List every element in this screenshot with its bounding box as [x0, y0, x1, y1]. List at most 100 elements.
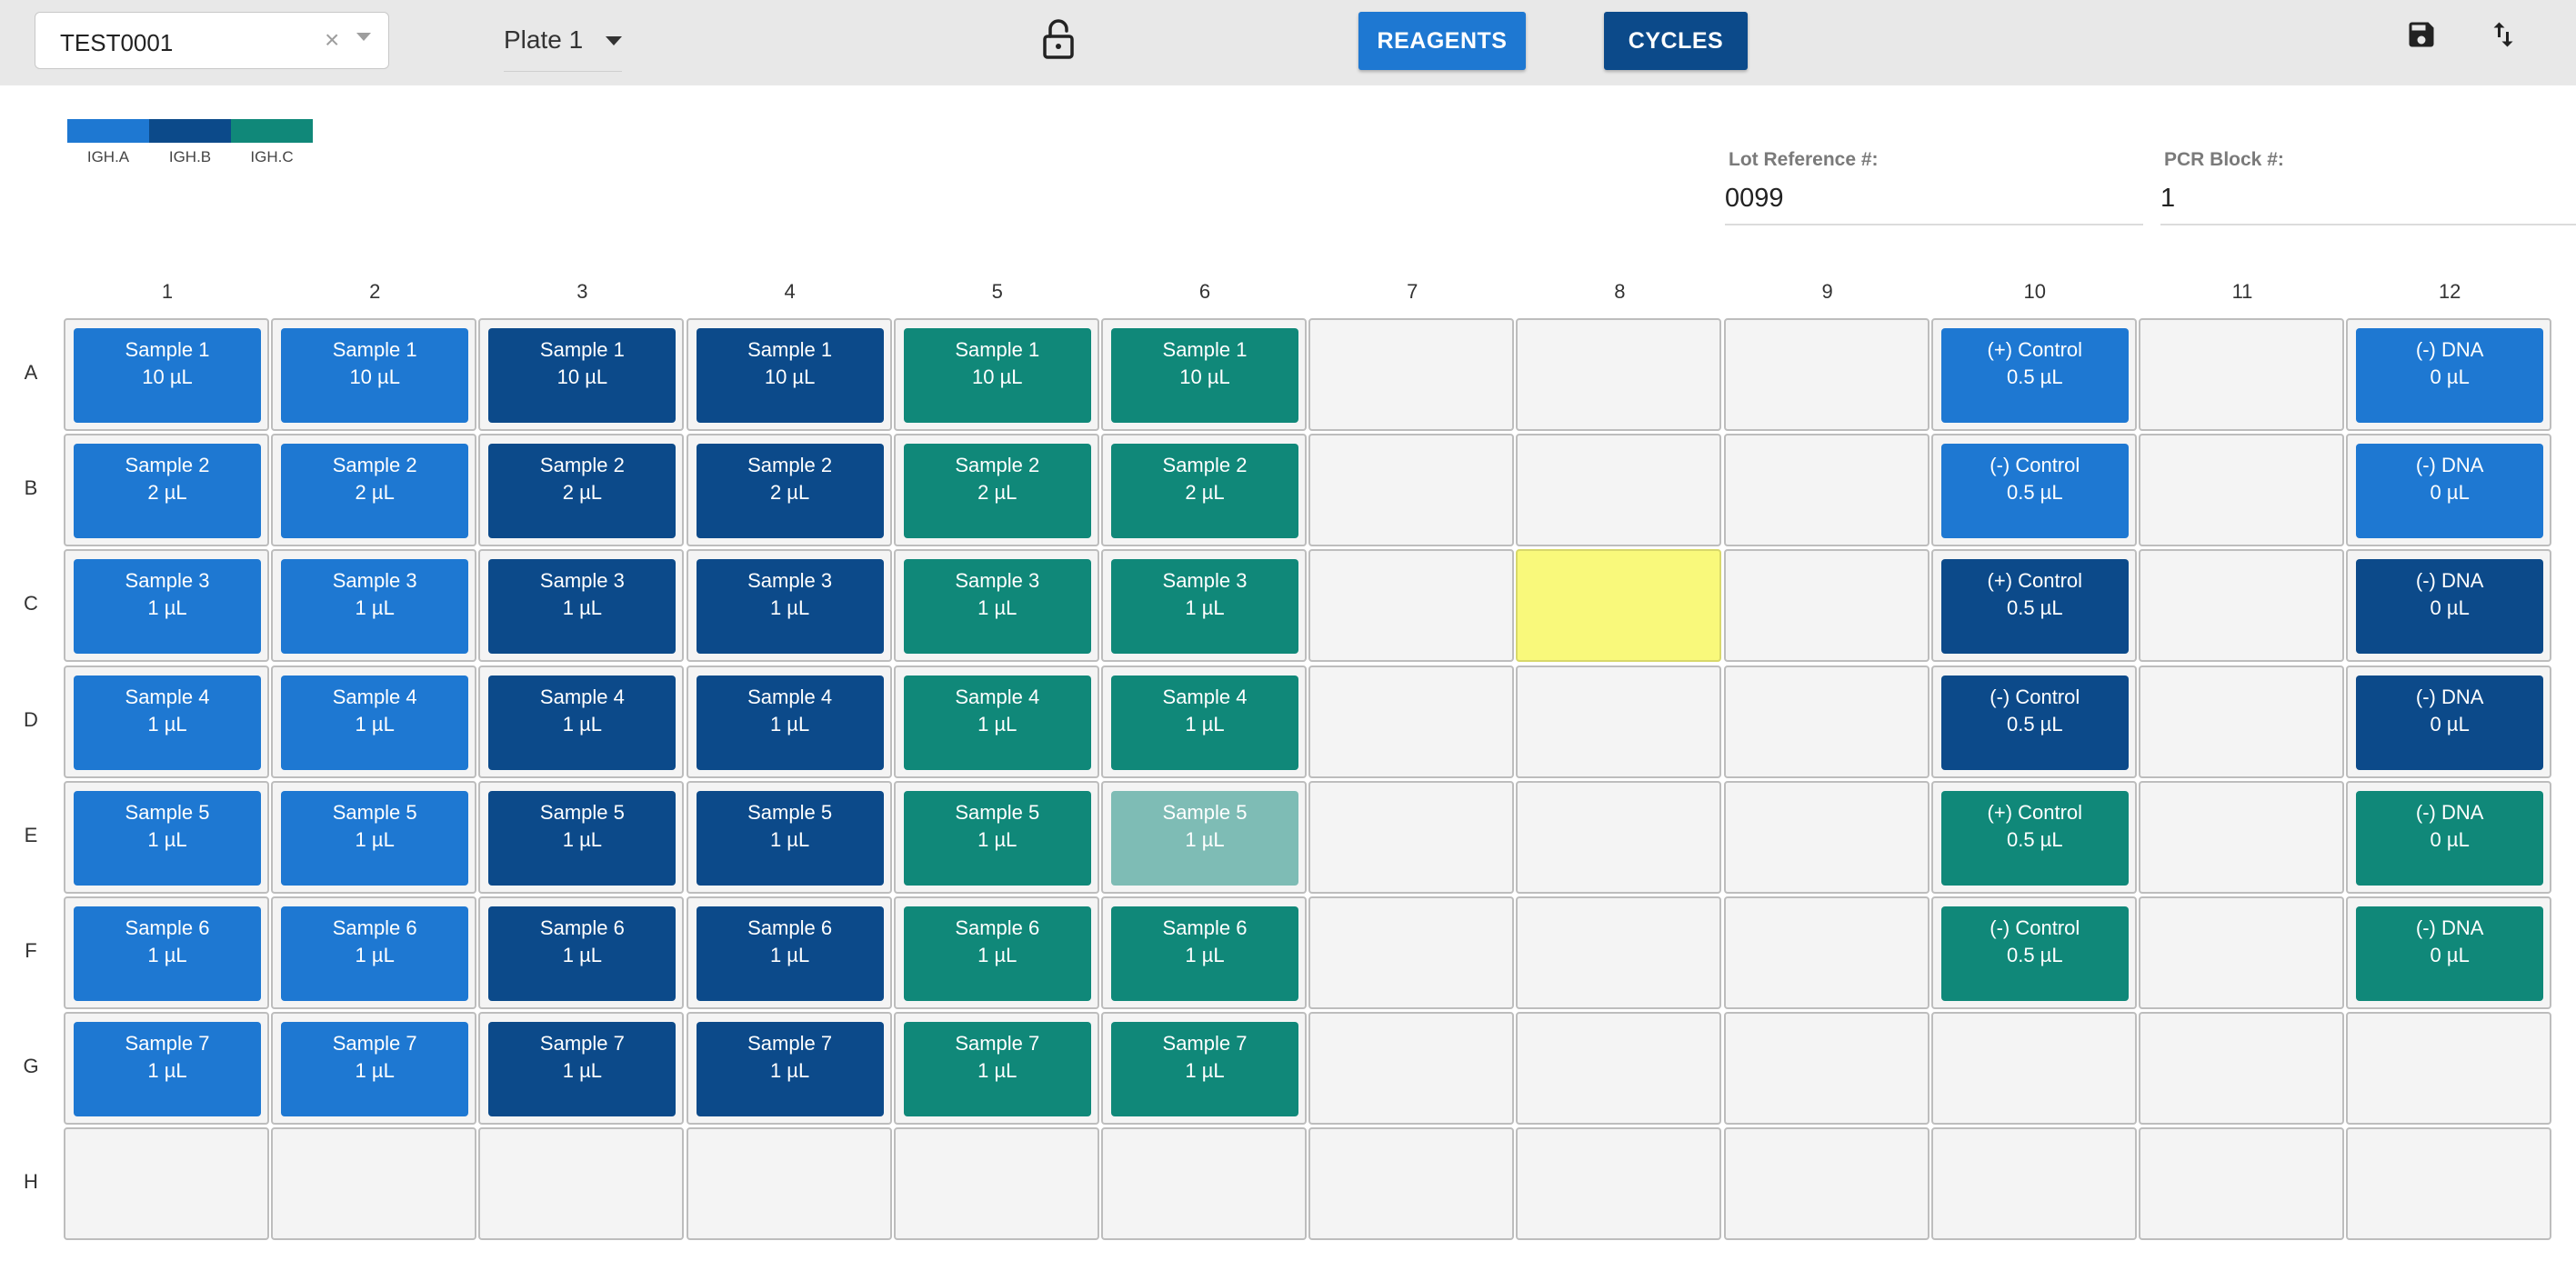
plate-well[interactable]: (-) DNA 0 µL: [2346, 780, 2552, 894]
well-sample-chip[interactable]: Sample 2 2 µL: [903, 444, 1091, 539]
plate-well[interactable]: Sample 3 1 µL: [893, 549, 1099, 663]
plate-well[interactable]: (-) Control 0.5 µL: [1930, 896, 2137, 1009]
well-sample-chip[interactable]: Sample 1 10 µL: [1111, 328, 1298, 423]
well-sample-chip[interactable]: Sample 1 10 µL: [74, 328, 261, 423]
plate-well[interactable]: Sample 3 1 µL: [686, 549, 892, 663]
plate-well[interactable]: Sample 7 1 µL: [686, 1012, 892, 1126]
plate-well[interactable]: [1516, 434, 1722, 547]
lot-reference-field[interactable]: Lot Reference #: 0099: [1725, 147, 2143, 225]
plate-well[interactable]: (+) Control 0.5 µL: [1930, 549, 2137, 663]
plate-well[interactable]: [1308, 780, 1515, 894]
well-sample-chip[interactable]: Sample 3 1 µL: [74, 559, 261, 655]
plate-well[interactable]: (-) Control 0.5 µL: [1930, 434, 2137, 547]
plate-well[interactable]: Sample 2 2 µL: [271, 434, 477, 547]
plate-well[interactable]: [2346, 1127, 2552, 1241]
plate-well[interactable]: (-) Control 0.5 µL: [1930, 665, 2137, 778]
well-sample-chip[interactable]: Sample 1 10 µL: [281, 328, 469, 423]
well-sample-chip[interactable]: Sample 5 1 µL: [903, 790, 1091, 886]
well-sample-chip[interactable]: Sample 2 2 µL: [281, 444, 469, 539]
plate-well[interactable]: [2139, 434, 2344, 547]
well-sample-chip[interactable]: Sample 4 1 µL: [74, 675, 261, 770]
lot-reference-input[interactable]: 0099: [1725, 184, 1784, 214]
well-sample-chip[interactable]: Sample 4 1 µL: [488, 675, 677, 770]
plate-well[interactable]: Sample 4 1 µL: [478, 665, 685, 778]
well-sample-chip[interactable]: Sample 3 1 µL: [281, 559, 469, 655]
well-sample-chip[interactable]: Sample 5 1 µL: [696, 790, 884, 886]
cycles-button[interactable]: CYCLES: [1604, 12, 1748, 70]
well-sample-chip[interactable]: (-) DNA 0 µL: [2356, 444, 2544, 539]
plate-well[interactable]: Sample 1 10 µL: [893, 318, 1099, 431]
save-icon[interactable]: [2405, 18, 2438, 51]
well-sample-chip[interactable]: (-) DNA 0 µL: [2356, 790, 2544, 886]
well-sample-chip[interactable]: Sample 2 2 µL: [696, 444, 884, 539]
pcr-block-input[interactable]: 1: [2160, 184, 2175, 214]
plate-well[interactable]: Sample 6 1 µL: [478, 896, 685, 1009]
plate-well[interactable]: (+) Control 0.5 µL: [1930, 318, 2137, 431]
well-sample-chip[interactable]: Sample 4 1 µL: [696, 675, 884, 770]
plate-well[interactable]: Sample 7 1 µL: [478, 1012, 685, 1126]
plate-well[interactable]: Sample 4 1 µL: [1101, 665, 1307, 778]
plate-well[interactable]: [1308, 549, 1515, 663]
plate-well[interactable]: Sample 2 2 µL: [893, 434, 1099, 547]
plate-well[interactable]: [1308, 896, 1515, 1009]
plate-well[interactable]: (-) DNA 0 µL: [2346, 896, 2552, 1009]
well-sample-chip[interactable]: (+) Control 0.5 µL: [1940, 790, 2129, 886]
chevron-down-icon[interactable]: [356, 33, 371, 41]
well-sample-chip[interactable]: (-) Control 0.5 µL: [1940, 444, 2129, 539]
plate-well[interactable]: Sample 1 10 µL: [271, 318, 477, 431]
plate-well[interactable]: Sample 5 1 µL: [686, 780, 892, 894]
plate-well[interactable]: Sample 6 1 µL: [64, 896, 269, 1009]
plate-well[interactable]: Sample 5 1 µL: [893, 780, 1099, 894]
well-sample-chip[interactable]: Sample 1 10 µL: [696, 328, 884, 423]
plate-well[interactable]: [64, 1127, 269, 1241]
plate-well[interactable]: [2139, 1127, 2344, 1241]
pcr-block-field[interactable]: PCR Block #: 1: [2160, 147, 2576, 225]
plate-well[interactable]: [1723, 318, 1929, 431]
plate-well[interactable]: Sample 7 1 µL: [64, 1012, 269, 1126]
plate-well[interactable]: [1930, 1127, 2137, 1241]
well-sample-chip[interactable]: Sample 6 1 µL: [74, 906, 261, 1001]
plate-well[interactable]: [1516, 665, 1722, 778]
plate-well[interactable]: [478, 1127, 685, 1241]
well-sample-chip[interactable]: Sample 3 1 µL: [903, 559, 1091, 655]
well-sample-chip[interactable]: (-) DNA 0 µL: [2356, 675, 2544, 770]
well-sample-chip[interactable]: Sample 5 1 µL: [74, 790, 261, 886]
plate-well[interactable]: [1516, 780, 1722, 894]
plate-well[interactable]: Sample 4 1 µL: [893, 665, 1099, 778]
plate-well[interactable]: Sample 5 1 µL: [1101, 780, 1307, 894]
well-sample-chip[interactable]: (-) DNA 0 µL: [2356, 328, 2544, 423]
well-sample-chip[interactable]: Sample 4 1 µL: [281, 675, 469, 770]
well-sample-chip[interactable]: Sample 6 1 µL: [1111, 906, 1298, 1001]
plate-well[interactable]: Sample 1 10 µL: [1101, 318, 1307, 431]
plate-well[interactable]: [1723, 1012, 1929, 1126]
plate-well[interactable]: [1723, 549, 1929, 663]
plate-well[interactable]: (-) DNA 0 µL: [2346, 665, 2552, 778]
plate-well[interactable]: [1723, 1127, 1929, 1241]
plate-well[interactable]: Sample 4 1 µL: [64, 665, 269, 778]
plate-well[interactable]: [1516, 896, 1722, 1009]
well-sample-chip[interactable]: Sample 5 1 µL: [1111, 790, 1298, 886]
plate-well[interactable]: Sample 7 1 µL: [893, 1012, 1099, 1126]
plate-well[interactable]: Sample 7 1 µL: [1101, 1012, 1307, 1126]
plate-well[interactable]: (-) DNA 0 µL: [2346, 318, 2552, 431]
plate-well[interactable]: [2139, 665, 2344, 778]
well-sample-chip[interactable]: Sample 2 2 µL: [488, 444, 677, 539]
plate-well[interactable]: (-) DNA 0 µL: [2346, 549, 2552, 663]
well-sample-chip[interactable]: Sample 1 10 µL: [488, 328, 677, 423]
plate-well[interactable]: Sample 5 1 µL: [64, 780, 269, 894]
reagents-button[interactable]: REAGENTS: [1358, 12, 1526, 70]
plate-well[interactable]: [271, 1127, 477, 1241]
plate-well[interactable]: [1308, 665, 1515, 778]
plate-well[interactable]: [1723, 896, 1929, 1009]
plate-well[interactable]: [2139, 780, 2344, 894]
plate-well[interactable]: [1723, 780, 1929, 894]
plate-well[interactable]: Sample 3 1 µL: [478, 549, 685, 663]
clear-icon[interactable]: ×: [325, 25, 339, 55]
plate-well[interactable]: (-) DNA 0 µL: [2346, 434, 2552, 547]
plate-well[interactable]: Sample 2 2 µL: [686, 434, 892, 547]
well-sample-chip[interactable]: Sample 4 1 µL: [903, 675, 1091, 770]
plate-well[interactable]: [1516, 1012, 1722, 1126]
plate-well[interactable]: Sample 3 1 µL: [1101, 549, 1307, 663]
plate-well[interactable]: Sample 1 10 µL: [686, 318, 892, 431]
well-sample-chip[interactable]: Sample 6 1 µL: [696, 906, 884, 1001]
